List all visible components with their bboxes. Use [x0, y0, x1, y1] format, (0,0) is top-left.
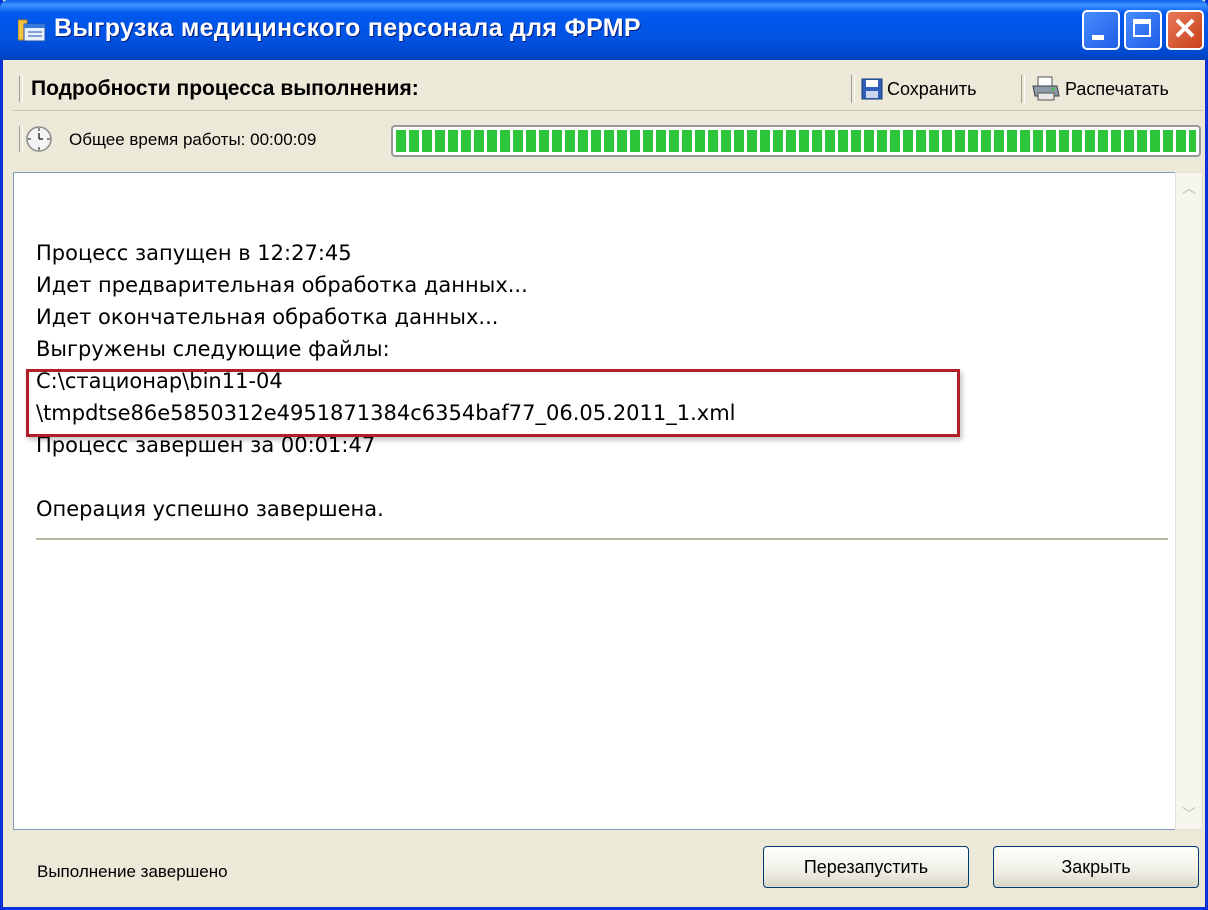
title-bar[interactable]: Выгрузка медицинского персонала для ФРМР… — [0, 0, 1208, 60]
details-heading: Подробности процесса выполнения: — [31, 77, 419, 100]
progress-bar — [391, 125, 1201, 157]
print-label: Распечатать — [1065, 78, 1169, 99]
print-button[interactable]: Распечатать — [1031, 73, 1169, 105]
save-label: Сохранить — [887, 78, 977, 99]
log-line: Идет предварительная обработка данных... — [36, 273, 528, 297]
minimize-button[interactable] — [1082, 10, 1120, 50]
toolbar-separator — [1021, 75, 1025, 103]
restart-button[interactable]: Перезапустить — [763, 846, 969, 888]
scroll-up-icon[interactable]: ︿ — [1178, 177, 1200, 199]
toolbar-separator — [851, 75, 855, 103]
log-area[interactable]: Процесс запущен в 12:27:45 Идет предвари… — [13, 172, 1175, 830]
clock-icon — [26, 126, 52, 152]
file-path-highlight — [26, 369, 960, 437]
toolbar-grip — [19, 76, 23, 102]
save-button[interactable]: Сохранить — [861, 73, 976, 105]
progress-bar-row: Общее время работы: 00:00:09 — [13, 118, 1203, 164]
maximize-button[interactable] — [1124, 10, 1162, 50]
window-title: Выгрузка медицинского персонала для ФРМР — [54, 14, 641, 42]
log-line: Выгружены следующие файлы: — [36, 337, 390, 361]
log-line: Операция успешно завершена. — [36, 497, 384, 521]
export-window: Выгрузка медицинского персонала для ФРМР… — [0, 0, 1208, 910]
close-button[interactable]: Закрыть — [993, 846, 1199, 888]
close-icon: ✕ — [1172, 13, 1198, 46]
window-app-icon — [18, 19, 46, 42]
save-icon — [861, 78, 883, 100]
vertical-scrollbar[interactable]: ︿ ﹀ — [1175, 172, 1203, 830]
scroll-down-icon[interactable]: ﹀ — [1178, 803, 1200, 825]
toolbar-grip — [19, 126, 23, 152]
log-line: Процесс запущен в 12:27:45 — [36, 241, 352, 265]
details-toolbar: Подробности процесса выполнения: Сохрани… — [13, 68, 1203, 111]
log-line: Идет окончательная обработка данных... — [36, 305, 499, 329]
completion-status: Выполнение завершено — [37, 862, 228, 881]
elapsed-time: Общее время работы: 00:00:09 — [69, 130, 317, 149]
close-window-button[interactable]: ✕ — [1166, 10, 1204, 50]
progress-fill — [396, 130, 1196, 152]
log-divider — [36, 538, 1168, 540]
printer-icon — [1032, 76, 1060, 101]
